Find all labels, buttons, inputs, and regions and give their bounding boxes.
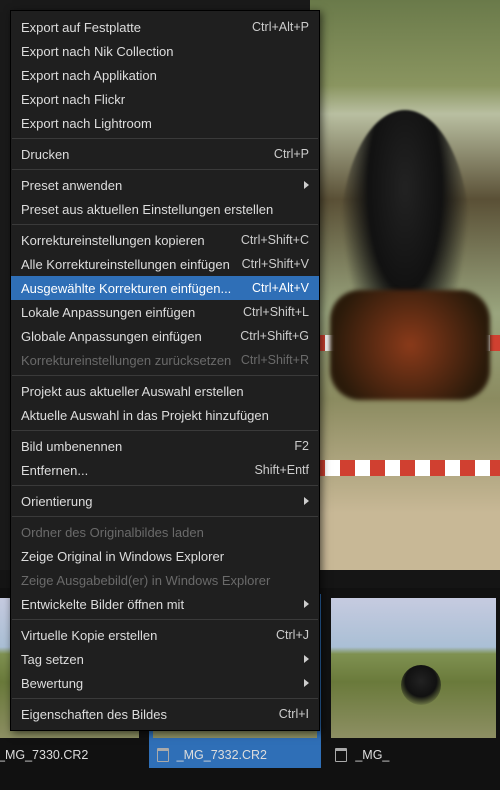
menu-item[interactable]: Bild umbenennenF2	[11, 434, 319, 458]
menu-item-label: Korrektureinstellungen zurücksetzen	[21, 353, 241, 368]
menu-item-label: Tag setzen	[21, 652, 304, 667]
menu-item-shortcut: Ctrl+Alt+V	[252, 281, 309, 295]
menu-item-shortcut: Ctrl+Shift+V	[242, 257, 309, 271]
context-menu: Export auf FestplatteCtrl+Alt+P Export na…	[10, 10, 320, 731]
menu-item-label: Virtuelle Kopie erstellen	[21, 628, 276, 643]
thumbnail-caption: _MG_7332.CR2	[149, 742, 322, 768]
menu-item[interactable]: Zeige Original in Windows Explorer	[11, 544, 319, 568]
chevron-right-icon	[304, 600, 309, 608]
menu-item[interactable]: Lokale Anpassungen einfügenCtrl+Shift+L	[11, 300, 319, 324]
menu-item: Zeige Ausgabebild(er) in Windows Explore…	[11, 568, 319, 592]
menu-item[interactable]: Export auf FestplatteCtrl+Alt+P	[11, 15, 319, 39]
menu-item[interactable]: Ausgewählte Korrekturen einfügen...Ctrl+…	[11, 276, 319, 300]
menu-item[interactable]: Aktuelle Auswahl in das Projekt hinzufüg…	[11, 403, 319, 427]
menu-item-label: Lokale Anpassungen einfügen	[21, 305, 243, 320]
menu-item[interactable]: Export nach Lightroom	[11, 111, 319, 135]
menu-separator	[12, 516, 318, 517]
menu-item[interactable]: Virtuelle Kopie erstellenCtrl+J	[11, 623, 319, 647]
menu-item-label: Zeige Ausgabebild(er) in Windows Explore…	[21, 573, 309, 588]
menu-item[interactable]: Entwickelte Bilder öffnen mit	[11, 592, 319, 616]
trash-icon[interactable]	[335, 748, 347, 762]
menu-item-shortcut: Ctrl+J	[276, 628, 309, 642]
menu-item[interactable]: Korrektureinstellungen kopierenCtrl+Shif…	[11, 228, 319, 252]
menu-item-label: Export auf Festplatte	[21, 20, 252, 35]
menu-item-label: Ordner des Originalbildes laden	[21, 525, 309, 540]
menu-item-label: Export nach Lightroom	[21, 116, 309, 131]
thumbnail[interactable]: ★★★★★✦_MG_	[327, 594, 500, 768]
decoration-stripe	[310, 335, 500, 351]
menu-item[interactable]: Export nach Nik Collection	[11, 39, 319, 63]
chevron-right-icon	[304, 181, 309, 189]
chevron-right-icon	[304, 497, 309, 505]
menu-item-label: Globale Anpassungen einfügen	[21, 329, 240, 344]
menu-item[interactable]: Preset anwenden	[11, 173, 319, 197]
menu-item-shortcut: Ctrl+P	[274, 147, 309, 161]
menu-item[interactable]: Tag setzen	[11, 647, 319, 671]
menu-item: Ordner des Originalbildes laden	[11, 520, 319, 544]
menu-item[interactable]: Export nach Applikation	[11, 63, 319, 87]
menu-item-label: Preset aus aktuellen Einstellungen erste…	[21, 202, 309, 217]
menu-separator	[12, 485, 318, 486]
menu-item-label: Export nach Flickr	[21, 92, 309, 107]
thumbnail-caption: _MG_	[327, 742, 500, 768]
menu-item-label: Bewertung	[21, 676, 304, 691]
thumbnail-image	[331, 598, 496, 738]
menu-item[interactable]: Preset aus aktuellen Einstellungen erste…	[11, 197, 319, 221]
menu-item[interactable]: Bewertung	[11, 671, 319, 695]
menu-item[interactable]: Globale Anpassungen einfügenCtrl+Shift+G	[11, 324, 319, 348]
menu-separator	[12, 430, 318, 431]
menu-separator	[12, 138, 318, 139]
menu-item-shortcut: Ctrl+Shift+L	[243, 305, 309, 319]
menu-item-shortcut: Ctrl+Shift+C	[241, 233, 309, 247]
menu-item-label: Entwickelte Bilder öffnen mit	[21, 597, 304, 612]
menu-item-label: Alle Korrektureinstellungen einfügen	[21, 257, 242, 272]
chevron-right-icon	[304, 679, 309, 687]
thumbnail-caption: _MG_7330.CR2	[0, 742, 143, 768]
thumbnail-filename: _MG_	[355, 748, 389, 762]
menu-item[interactable]: Orientierung	[11, 489, 319, 513]
chevron-right-icon	[304, 655, 309, 663]
menu-separator	[12, 698, 318, 699]
menu-item-label: Orientierung	[21, 494, 304, 509]
menu-item-label: Korrektureinstellungen kopieren	[21, 233, 241, 248]
menu-item-shortcut: Ctrl+Shift+R	[241, 353, 309, 367]
menu-item-label: Ausgewählte Korrekturen einfügen...	[21, 281, 252, 296]
menu-item-label: Projekt aus aktueller Auswahl erstellen	[21, 384, 309, 399]
trash-icon[interactable]	[157, 748, 169, 762]
menu-item-label: Export nach Applikation	[21, 68, 309, 83]
thumbnail-filename: _MG_7330.CR2	[0, 748, 88, 762]
menu-item-label: Bild umbenennen	[21, 439, 294, 454]
menu-item[interactable]: Export nach Flickr	[11, 87, 319, 111]
menu-item-shortcut: Shift+Entf	[254, 463, 309, 477]
menu-item-label: Export nach Nik Collection	[21, 44, 309, 59]
menu-separator	[12, 375, 318, 376]
menu-item-label: Zeige Original in Windows Explorer	[21, 549, 309, 564]
thumbnail-filename: _MG_7332.CR2	[177, 748, 267, 762]
menu-item[interactable]: Eigenschaften des BildesCtrl+I	[11, 702, 319, 726]
menu-item-shortcut: Ctrl+I	[279, 707, 309, 721]
decoration-stripe	[310, 460, 500, 476]
menu-item-shortcut: Ctrl+Shift+G	[240, 329, 309, 343]
menu-item[interactable]: Entfernen...Shift+Entf	[11, 458, 319, 482]
menu-item-label: Entfernen...	[21, 463, 254, 478]
menu-item-label: Eigenschaften des Bildes	[21, 707, 279, 722]
menu-item: Korrektureinstellungen zurücksetzenCtrl+…	[11, 348, 319, 372]
menu-item-shortcut: F2	[294, 439, 309, 453]
menu-separator	[12, 224, 318, 225]
menu-item-shortcut: Ctrl+Alt+P	[252, 20, 309, 34]
menu-item[interactable]: Projekt aus aktueller Auswahl erstellen	[11, 379, 319, 403]
menu-item-label: Drucken	[21, 147, 274, 162]
menu-item-label: Aktuelle Auswahl in das Projekt hinzufüg…	[21, 408, 309, 423]
menu-item[interactable]: Alle Korrektureinstellungen einfügenCtrl…	[11, 252, 319, 276]
menu-separator	[12, 169, 318, 170]
preview-image	[310, 0, 500, 570]
menu-separator	[12, 619, 318, 620]
menu-item[interactable]: DruckenCtrl+P	[11, 142, 319, 166]
menu-item-label: Preset anwenden	[21, 178, 304, 193]
